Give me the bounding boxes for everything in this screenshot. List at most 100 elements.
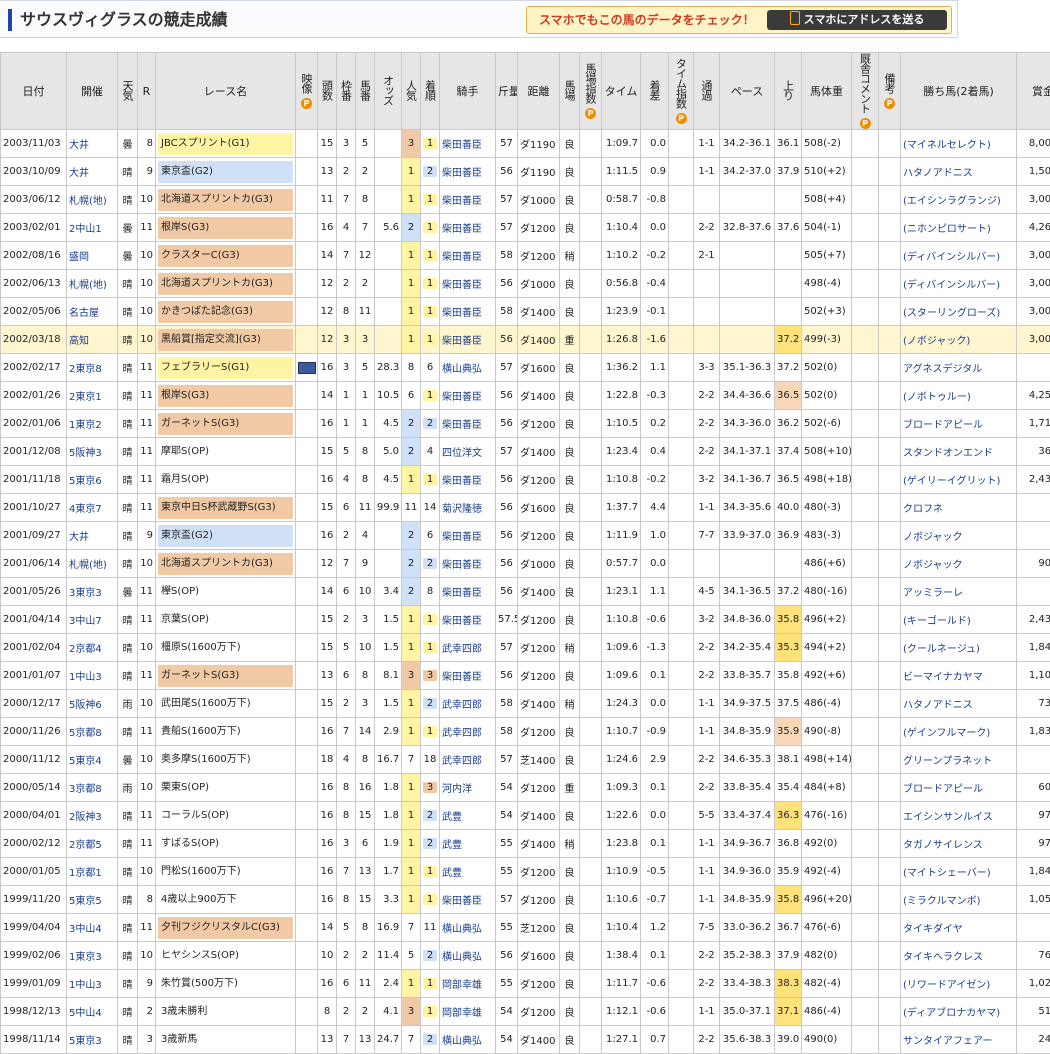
venue-link[interactable]: 1中山3: [67, 970, 118, 998]
race-name-cell[interactable]: フェブラリーS(G1): [156, 354, 296, 382]
video-cell[interactable]: [296, 354, 318, 382]
winner-link[interactable]: タイキダイヤ: [901, 914, 1017, 942]
venue-link[interactable]: 大井: [67, 130, 118, 158]
venue-link[interactable]: 2東京1: [67, 382, 118, 410]
winner-link[interactable]: (ディアブロナカヤマ): [901, 998, 1017, 1026]
jockey-link[interactable]: 河内洋: [440, 774, 496, 802]
jockey-link[interactable]: 武幸四郎: [440, 634, 496, 662]
jockey-link[interactable]: 武豊: [440, 858, 496, 886]
race-name-cell[interactable]: 北海道スプリントカ(G3): [156, 550, 296, 578]
winner-link[interactable]: サンタイアフェアー: [901, 1026, 1017, 1054]
race-name-link[interactable]: JBCスプリント(G1): [158, 133, 293, 155]
race-name-link[interactable]: 奥多摩S(1600万下): [158, 749, 293, 771]
jockey-link[interactable]: 四位洋文: [440, 438, 496, 466]
jockey-link[interactable]: 柴田善臣: [440, 662, 496, 690]
col-header[interactable]: 着差: [641, 53, 669, 130]
venue-link[interactable]: 2東京8: [67, 354, 118, 382]
winner-link[interactable]: (ゲイリーイグリット): [901, 466, 1017, 494]
jockey-link[interactable]: 岡部幸雄: [440, 970, 496, 998]
venue-link[interactable]: 3京都8: [67, 774, 118, 802]
venue-link[interactable]: 大井: [67, 158, 118, 186]
race-name-cell[interactable]: 門松S(1600万下): [156, 858, 296, 886]
venue-link[interactable]: 札幌(地): [67, 270, 118, 298]
race-name-cell[interactable]: 根岸S(G3): [156, 382, 296, 410]
race-name-cell[interactable]: かきつばた記念(G3): [156, 298, 296, 326]
venue-link[interactable]: 大井: [67, 522, 118, 550]
col-header[interactable]: 開催: [67, 53, 118, 130]
winner-link[interactable]: (ニホンピロサート): [901, 214, 1017, 242]
jockey-link[interactable]: 柴田善臣: [440, 242, 496, 270]
col-header[interactable]: 斤量: [496, 53, 518, 130]
winner-link[interactable]: ノボジャック: [901, 522, 1017, 550]
winner-link[interactable]: (ノボジャック): [901, 326, 1017, 354]
jockey-link[interactable]: 柴田善臣: [440, 382, 496, 410]
venue-link[interactable]: 5京都8: [67, 718, 118, 746]
col-header[interactable]: レース名: [156, 53, 296, 130]
race-name-cell[interactable]: 北海道スプリントカ(G3): [156, 186, 296, 214]
col-header[interactable]: 通過: [694, 53, 720, 130]
video-icon[interactable]: [298, 362, 316, 374]
race-name-link[interactable]: 栗東S(OP): [158, 777, 293, 799]
venue-link[interactable]: 5中山4: [67, 998, 118, 1026]
jockey-link[interactable]: 柴田善臣: [440, 410, 496, 438]
race-name-cell[interactable]: 夕刊フジクリスタルC(G3): [156, 914, 296, 942]
race-name-link[interactable]: 根岸S(G3): [158, 217, 293, 239]
venue-link[interactable]: 3中山7: [67, 606, 118, 634]
jockey-link[interactable]: 柴田善臣: [440, 606, 496, 634]
smartphone-promo[interactable]: スマホでもこの馬のデータをチェック！ スマホにアドレスを送る: [526, 6, 952, 34]
race-name-link[interactable]: 3歳新馬: [158, 1029, 293, 1051]
race-name-link[interactable]: 東京盃(G2): [158, 525, 293, 547]
race-name-cell[interactable]: 根岸S(G3): [156, 214, 296, 242]
winner-link[interactable]: (エイシンラグランジ): [901, 186, 1017, 214]
race-name-cell[interactable]: 栗東S(OP): [156, 774, 296, 802]
winner-link[interactable]: (マイネルセレクト): [901, 130, 1017, 158]
venue-link[interactable]: 4東京7: [67, 494, 118, 522]
winner-link[interactable]: クロフネ: [901, 494, 1017, 522]
race-name-cell[interactable]: 東京盃(G2): [156, 158, 296, 186]
col-header[interactable]: 馬体重: [802, 53, 852, 130]
race-name-link[interactable]: 夕刊フジクリスタルC(G3): [158, 917, 293, 939]
winner-link[interactable]: (リワードアイゼン): [901, 970, 1017, 998]
venue-link[interactable]: 2京都4: [67, 634, 118, 662]
venue-link[interactable]: 3東京3: [67, 578, 118, 606]
venue-link[interactable]: 5東京4: [67, 746, 118, 774]
race-name-link[interactable]: 摩耶S(OP): [158, 441, 293, 463]
race-name-cell[interactable]: 摩耶S(OP): [156, 438, 296, 466]
winner-link[interactable]: (ノボトゥルー): [901, 382, 1017, 410]
winner-link[interactable]: ブロードアピール: [901, 410, 1017, 438]
col-header[interactable]: 備考P: [879, 53, 901, 130]
race-name-link[interactable]: 黒船賞[指定交流](G3): [158, 329, 293, 351]
venue-link[interactable]: 5東京5: [67, 886, 118, 914]
venue-link[interactable]: 1京都1: [67, 858, 118, 886]
jockey-link[interactable]: 柴田善臣: [440, 186, 496, 214]
race-name-cell[interactable]: 北海道スプリントカ(G3): [156, 270, 296, 298]
winner-link[interactable]: (キーゴールド): [901, 606, 1017, 634]
race-name-cell[interactable]: 朱竹賞(500万下): [156, 970, 296, 998]
jockey-link[interactable]: 柴田善臣: [440, 130, 496, 158]
race-name-link[interactable]: 根岸S(G3): [158, 385, 293, 407]
race-name-link[interactable]: 東京盃(G2): [158, 161, 293, 183]
race-name-link[interactable]: クラスターC(G3): [158, 245, 293, 267]
col-header[interactable]: 馬場指数P: [580, 53, 602, 130]
race-name-link[interactable]: 4歳以上900万下: [158, 889, 293, 911]
venue-link[interactable]: 3中山4: [67, 914, 118, 942]
winner-link[interactable]: (ミラクルマンボ): [901, 886, 1017, 914]
race-name-link[interactable]: コーラルS(OP): [158, 805, 293, 827]
race-name-link[interactable]: 橿原S(1600万下): [158, 637, 293, 659]
race-name-link[interactable]: 北海道スプリントカ(G3): [158, 273, 293, 295]
race-name-cell[interactable]: 東京中日S杯武蔵野S(G3): [156, 494, 296, 522]
race-name-cell[interactable]: 霜月S(OP): [156, 466, 296, 494]
race-name-link[interactable]: すばるS(OP): [158, 833, 293, 855]
col-header[interactable]: 騎手: [440, 53, 496, 130]
race-name-cell[interactable]: 3歳新馬: [156, 1026, 296, 1054]
col-header[interactable]: 厩舎コメントP: [852, 53, 879, 130]
jockey-link[interactable]: 武幸四郎: [440, 718, 496, 746]
race-name-link[interactable]: かきつばた記念(G3): [158, 301, 293, 323]
race-name-link[interactable]: ガーネットS(G3): [158, 665, 293, 687]
jockey-link[interactable]: 柴田善臣: [440, 550, 496, 578]
col-header[interactable]: 映像P: [296, 53, 318, 130]
venue-link[interactable]: 1中山3: [67, 662, 118, 690]
race-name-link[interactable]: 門松S(1600万下): [158, 861, 293, 883]
col-header[interactable]: 勝ち馬(2着馬): [901, 53, 1017, 130]
race-name-cell[interactable]: 武田尾S(1600万下): [156, 690, 296, 718]
